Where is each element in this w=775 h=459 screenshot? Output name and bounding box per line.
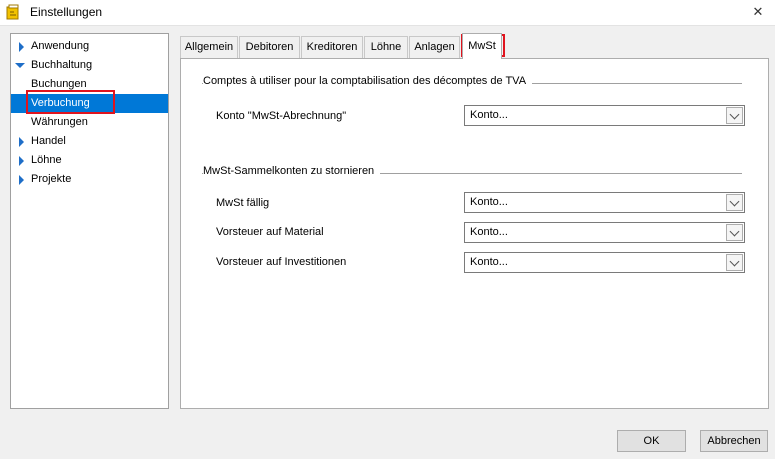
tree-item-projekte[interactable]: Projekte (11, 170, 168, 189)
tree-item-waehrungen[interactable]: Währungen (11, 113, 168, 132)
app-icon (6, 4, 19, 20)
tree-item-buchhaltung[interactable]: Buchhaltung (11, 56, 168, 75)
tree-item-anwendung[interactable]: Anwendung (11, 37, 168, 56)
label-vorsteuer-investitionen: Vorsteuer auf Investitionen (216, 256, 347, 268)
tree-item-buchungen[interactable]: Buchungen (11, 75, 168, 94)
combo-vorsteuer-investitionen[interactable]: Konto... (464, 252, 745, 273)
tree-item-label: Löhne (31, 154, 62, 166)
title-bar: Einstellungen ✕ (0, 0, 775, 26)
combo-value: Konto... (470, 256, 508, 268)
window-title: Einstellungen (30, 5, 103, 19)
chevron-right-icon[interactable] (19, 175, 24, 185)
chevron-down-icon (729, 226, 740, 237)
combo-value: Konto... (470, 196, 508, 208)
dropdown-button[interactable] (726, 107, 743, 124)
tree-item-label: Verbuchung (31, 97, 90, 109)
tree-item-verbuchung[interactable]: Verbuchung (11, 94, 168, 113)
dropdown-button[interactable] (726, 224, 743, 241)
tree-item-loehne[interactable]: Löhne (11, 151, 168, 170)
mwst-panel: Comptes à utiliser pour la comptabilisat… (180, 58, 769, 409)
dropdown-button[interactable] (726, 254, 743, 271)
tree-item-label: Handel (31, 135, 66, 147)
chevron-down-icon (729, 196, 740, 207)
tree-item-label: Projekte (31, 173, 72, 185)
tab-loehne[interactable]: Löhne (364, 36, 408, 58)
combo-value: Konto... (470, 109, 508, 121)
tab-anlagen[interactable]: Anlagen (409, 36, 460, 58)
tab-allgemein[interactable]: Allgemein (180, 36, 238, 58)
combo-vorsteuer-material[interactable]: Konto... (464, 222, 745, 243)
group-title-sammelkonten: MwSt-Sammelkonten zu stornieren (203, 165, 381, 177)
settings-tree: Anwendung Buchhaltung Buchungen Verbuchu… (10, 33, 169, 409)
chevron-right-icon[interactable] (19, 42, 24, 52)
tab-debitoren[interactable]: Debitoren (239, 36, 300, 58)
cancel-button[interactable]: Abbrechen (700, 430, 768, 452)
label-mwst-abrechnung: Konto "MwSt-Abrechnung" (216, 110, 347, 122)
label-mwst-faellig: MwSt fällig (216, 197, 270, 209)
tree-item-handel[interactable]: Handel (11, 132, 168, 151)
chevron-down-icon[interactable] (15, 63, 25, 68)
chevron-right-icon[interactable] (19, 137, 24, 147)
chevron-down-icon (729, 256, 740, 267)
ok-button[interactable]: OK (617, 430, 686, 452)
dropdown-button[interactable] (726, 194, 743, 211)
combo-mwst-faellig[interactable]: Konto... (464, 192, 745, 213)
label-vorsteuer-material: Vorsteuer auf Material (216, 226, 324, 238)
tree-item-label: Anwendung (31, 40, 90, 52)
chevron-down-icon (729, 109, 740, 120)
tree-item-label: Buchhaltung (31, 59, 93, 71)
tree-item-label: Buchungen (31, 78, 87, 90)
tab-mwst[interactable]: MwSt (462, 33, 502, 59)
tab-kreditoren[interactable]: Kreditoren (301, 36, 363, 58)
close-icon[interactable]: ✕ (749, 3, 767, 21)
tree-item-label: Währungen (31, 116, 88, 128)
group-title-tva: Comptes à utiliser pour la comptabilisat… (203, 75, 533, 87)
combo-mwst-abrechnung[interactable]: Konto... (464, 105, 745, 126)
combo-value: Konto... (470, 226, 508, 238)
chevron-right-icon[interactable] (19, 156, 24, 166)
